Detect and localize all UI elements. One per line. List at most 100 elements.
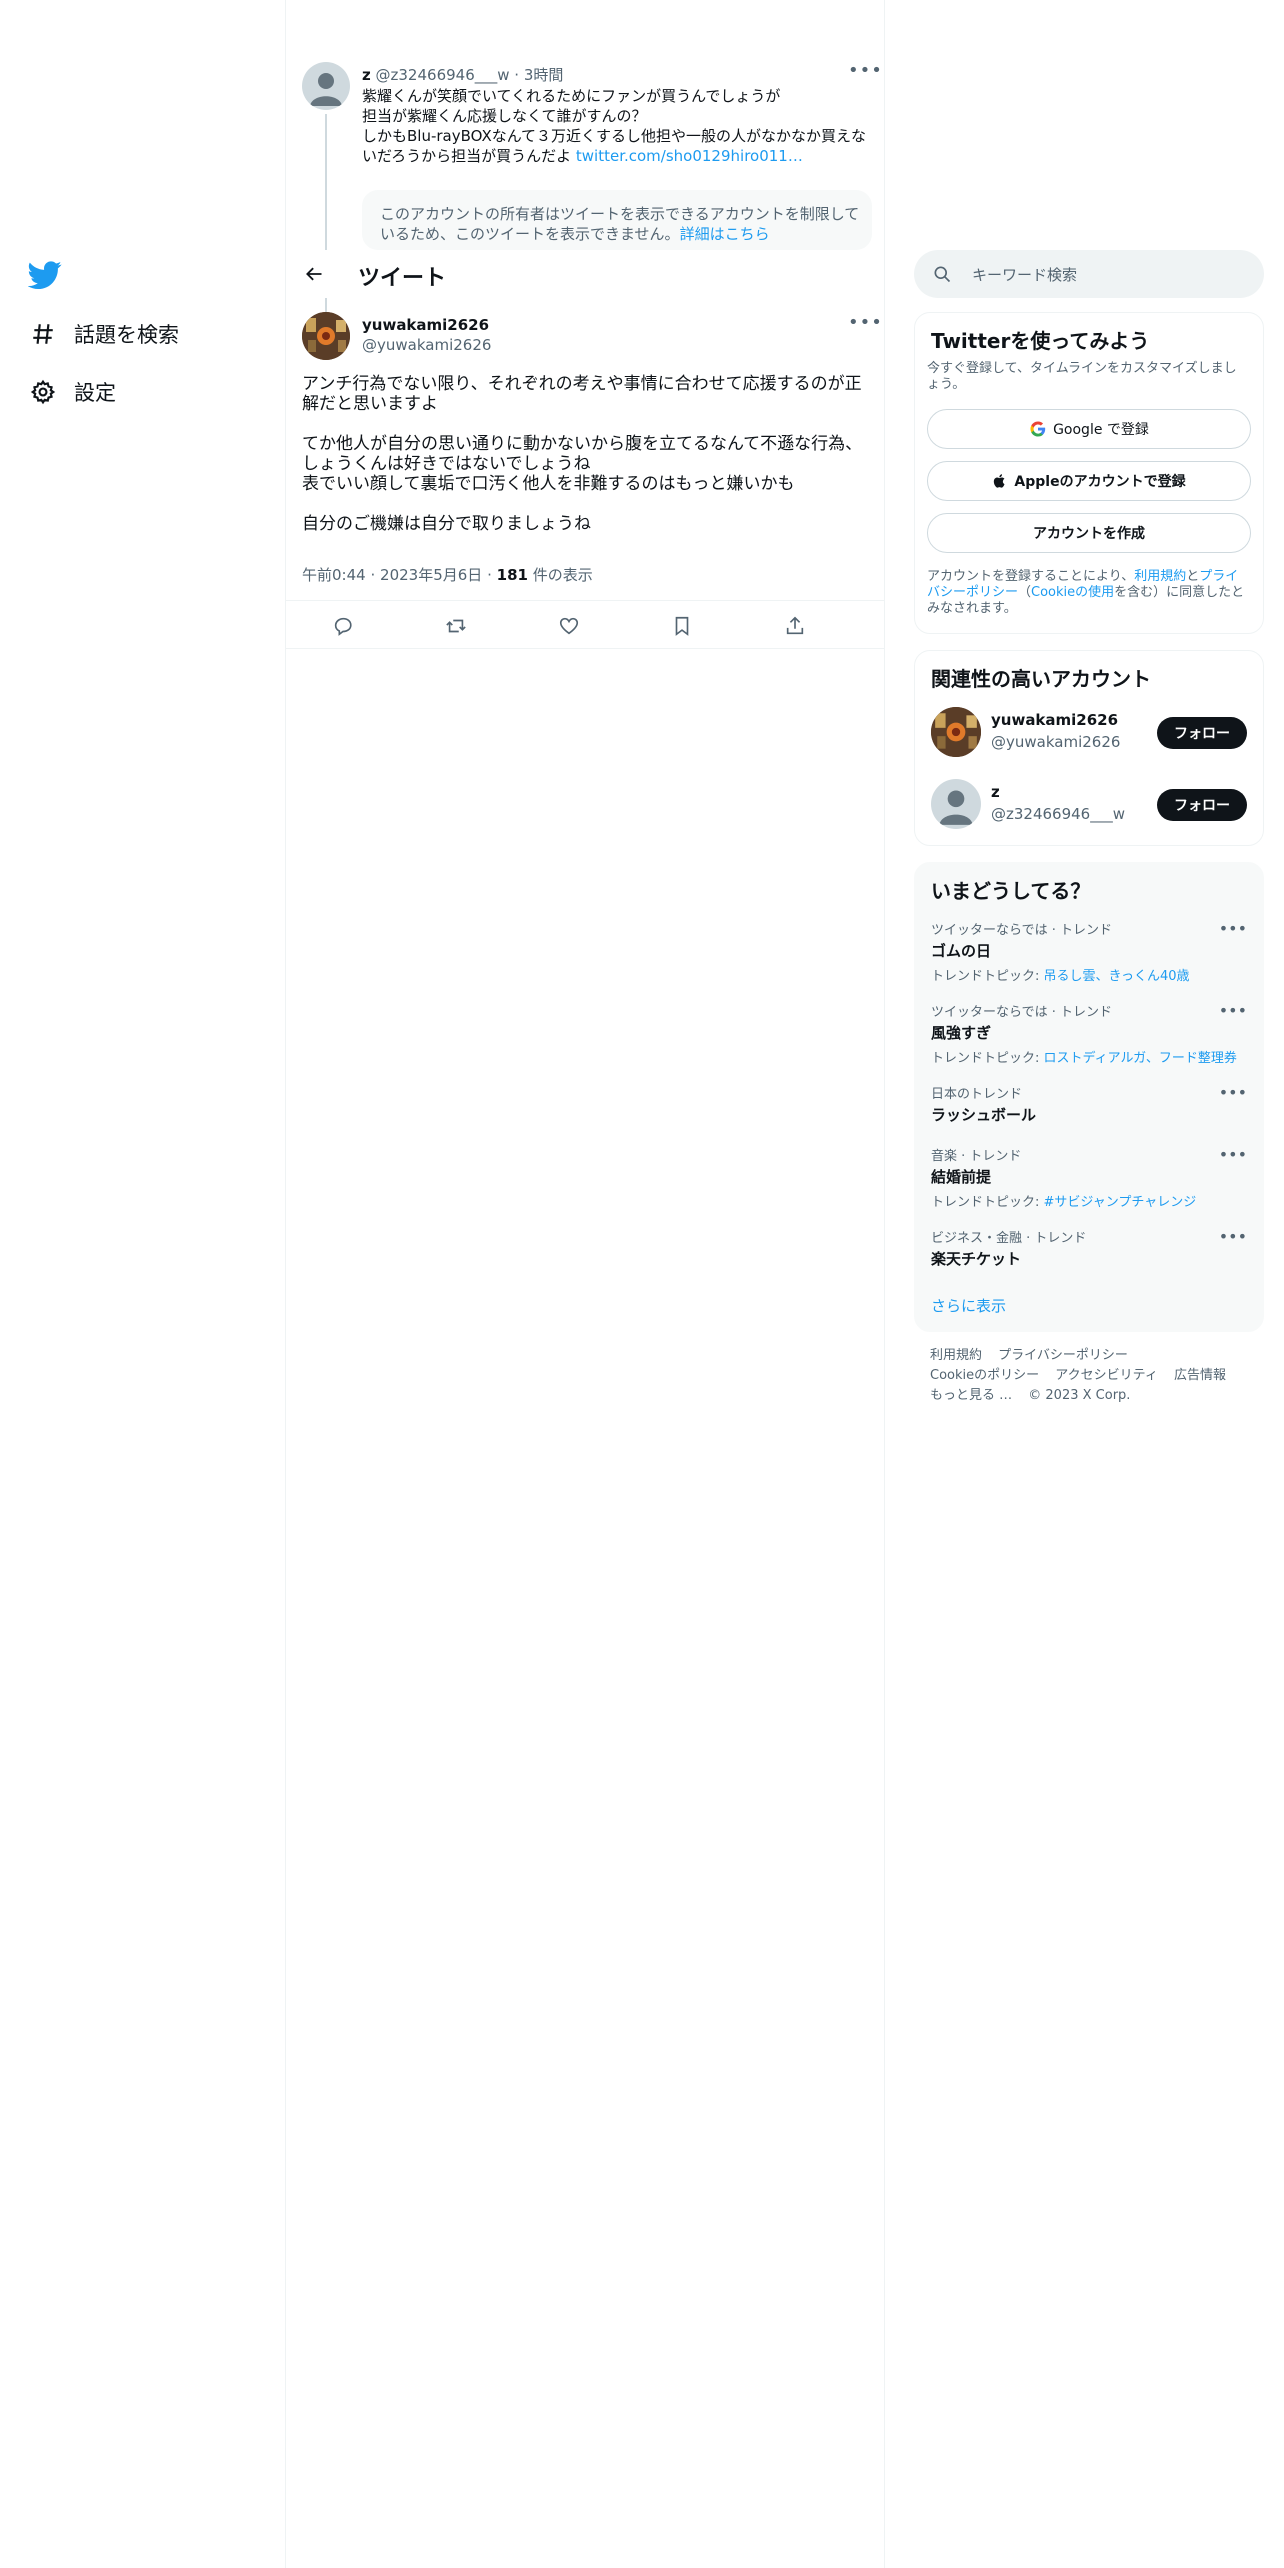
more-options-icon[interactable]: ••• bbox=[1219, 1145, 1247, 1164]
footer-link[interactable]: もっと見る … bbox=[930, 1388, 1012, 1403]
nav-item-settings[interactable]: 設定 bbox=[28, 372, 116, 412]
avatar[interactable] bbox=[302, 62, 350, 110]
apple-signup-button[interactable]: Appleのアカウントで登録 bbox=[927, 461, 1251, 501]
account-handle[interactable]: @z32466946___w bbox=[991, 805, 1125, 823]
author-name[interactable]: z bbox=[362, 66, 371, 84]
restricted-text: このアカウントの所有者はツイートを表示できるアカウントを制限しているため、このツ… bbox=[380, 205, 860, 243]
gear-icon bbox=[28, 377, 58, 407]
hashtag-icon bbox=[28, 319, 58, 349]
left-nav: 話題を検索 設定 bbox=[0, 0, 285, 2568]
retweet-icon[interactable] bbox=[443, 613, 469, 639]
tweet-paragraph: てか他人が自分の思い通りに動かないから腹を立てるなんて不遜な行為、 しょうくんは… bbox=[302, 434, 868, 494]
tweet-actions bbox=[286, 600, 884, 649]
search-bar[interactable] bbox=[914, 250, 1264, 298]
tweet-link[interactable]: twitter.com/sho0129hiro011… bbox=[576, 147, 803, 165]
tweet-line-text: いだろうから担当が買うんだよ bbox=[362, 147, 572, 165]
trend-item[interactable]: ツイッターならでは · トレンド ゴムの日 トレンドトピック: 吊るし雲、きっく… bbox=[931, 919, 1247, 984]
twitter-bird-logo-icon[interactable] bbox=[27, 258, 62, 292]
google-logo-icon bbox=[1029, 420, 1047, 438]
terms-link[interactable]: 利用規約 bbox=[1134, 569, 1186, 584]
main-header: ツイート bbox=[286, 250, 884, 298]
footer-link[interactable]: プライバシーポリシー bbox=[998, 1348, 1128, 1363]
trend-item[interactable]: 音楽 · トレンド 結婚前提 トレンドトピック: #サビジャンプチャレンジ ••… bbox=[931, 1145, 1247, 1210]
tweet-line: 紫耀くんが笑顔でいてくれるためにファンが買うんでしょうが bbox=[362, 87, 781, 105]
tweet-line: 自分のご機嫌は自分で取りましょうね bbox=[302, 514, 591, 534]
trend-item[interactable]: 日本のトレンド ラッシュボール ••• bbox=[931, 1083, 1247, 1125]
tweet-timestamp-row: 午前0:44 · 2023年5月6日 · 181 件の表示 bbox=[302, 564, 593, 585]
main-column: z @z32466946___w · 3時間 ••• 紫耀くんが笑顔でいてくれる… bbox=[286, 0, 884, 2568]
right-divider bbox=[884, 0, 885, 2568]
parent-tweet[interactable]: z @z32466946___w · 3時間 ••• 紫耀くんが笑顔でいてくれる… bbox=[286, 0, 884, 250]
trend-topics: トレンドトピック: #サビジャンプチャレンジ bbox=[931, 1191, 1247, 1210]
avatar[interactable] bbox=[931, 707, 981, 757]
tweet-time[interactable]: 3時間 bbox=[524, 66, 564, 84]
account-row[interactable]: yuwakami2626 @yuwakami2626 フォロー bbox=[931, 707, 1247, 761]
tweet-meta: z @z32466946___w · 3時間 bbox=[362, 64, 563, 85]
legal-prefix: アカウントを登録することにより、 bbox=[927, 569, 1135, 584]
trend-topic-links[interactable]: 吊るし雲、きっくん40歳 bbox=[1044, 969, 1190, 984]
avatar[interactable] bbox=[931, 779, 981, 829]
bookmark-icon[interactable] bbox=[669, 613, 695, 639]
google-signup-button[interactable]: Google で登録 bbox=[927, 409, 1251, 449]
apple-signup-label: Appleのアカウントで登録 bbox=[1014, 474, 1186, 490]
search-input[interactable] bbox=[970, 258, 1244, 292]
more-options-icon[interactable]: ••• bbox=[848, 312, 883, 333]
account-handle[interactable]: @yuwakami2626 bbox=[991, 733, 1120, 751]
trend-name: 楽天チケット bbox=[931, 1250, 1022, 1268]
trend-context: ビジネス・金融 · トレンド bbox=[931, 1231, 1087, 1246]
trend-name: 結婚前提 bbox=[931, 1168, 992, 1186]
tweet-text: アンチ行為でない限り、それぞれの考えや事情に合わせて応援するのが正 解だと思いま… bbox=[302, 374, 868, 554]
trend-context: ツイッターならでは · トレンド bbox=[931, 923, 1113, 938]
footer-link[interactable]: 利用規約 bbox=[930, 1348, 982, 1363]
footer-link[interactable]: 広告情報 bbox=[1174, 1368, 1226, 1383]
learn-more-link[interactable]: 詳細はこちら bbox=[680, 225, 770, 243]
tweet-line: 担当が紫耀くん応援しなくて誰がすんの？ bbox=[362, 107, 647, 125]
more-options-icon[interactable]: ••• bbox=[1219, 919, 1247, 938]
apple-logo-icon bbox=[992, 472, 1008, 490]
nav-item-explore[interactable]: 話題を検索 bbox=[28, 314, 179, 354]
trend-topic-label: トレンドトピック: bbox=[931, 1195, 1044, 1210]
tweet-time[interactable]: 午前0:44 bbox=[302, 566, 366, 584]
trend-topic-links[interactable]: #サビジャンプチャレンジ bbox=[1044, 1195, 1197, 1210]
author-name[interactable]: yuwakami2626 bbox=[362, 316, 489, 334]
reply-icon[interactable] bbox=[330, 613, 356, 639]
author-handle[interactable]: @yuwakami2626 bbox=[362, 336, 491, 354]
footer-link[interactable]: アクセシビリティ bbox=[1055, 1368, 1158, 1383]
trend-topic-label: トレンドトピック: bbox=[931, 1051, 1044, 1066]
nav-label-settings: 設定 bbox=[74, 381, 116, 405]
more-options-icon[interactable]: ••• bbox=[1219, 1227, 1247, 1246]
tweet-line: しょうくんは好きではないでしょうね bbox=[302, 454, 591, 474]
signup-card: Twitterを使ってみよう 今すぐ登録して、タイムラインをカスタマイズしましょ… bbox=[914, 312, 1264, 634]
trend-topics: トレンドトピック: 吊るし雲、きっくん40歳 bbox=[931, 965, 1247, 984]
share-icon[interactable] bbox=[782, 613, 808, 639]
search-icon bbox=[932, 264, 952, 284]
trend-context: ツイッターならでは · トレンド bbox=[931, 1005, 1113, 1020]
tweet-date[interactable]: 2023年5月6日 bbox=[380, 566, 482, 584]
more-options-icon[interactable]: ••• bbox=[1219, 1001, 1247, 1020]
tweet-paragraph: アンチ行為でない限り、それぞれの考えや事情に合わせて応援するのが正 解だと思いま… bbox=[302, 374, 868, 414]
cookie-use-link[interactable]: Cookieの使用 bbox=[1031, 585, 1114, 600]
follow-button[interactable]: フォロー bbox=[1157, 717, 1247, 749]
tweet-line: しかもBlu-rayBOXなんて３万近くするし他担や一般の人がなかなか買えな bbox=[362, 127, 867, 145]
trend-item[interactable]: ビジネス・金融 · トレンド 楽天チケット ••• bbox=[931, 1227, 1247, 1269]
trend-topic-links[interactable]: ロストディアルガ、フード整理券 bbox=[1044, 1051, 1237, 1066]
legal-and: と bbox=[1186, 569, 1200, 584]
account-name[interactable]: yuwakami2626 bbox=[991, 711, 1118, 729]
avatar[interactable] bbox=[302, 312, 350, 360]
trends-card: いまどうしてる？ ツイッターならでは · トレンド ゴムの日 トレンドトピック:… bbox=[914, 862, 1264, 1332]
like-heart-icon[interactable] bbox=[556, 613, 582, 639]
trend-item[interactable]: ツイッターならでは · トレンド 風強すぎ トレンドトピック: ロストディアルガ… bbox=[931, 1001, 1247, 1066]
create-account-button[interactable]: アカウントを作成 bbox=[927, 513, 1251, 553]
show-more-link[interactable]: さらに表示 bbox=[931, 1295, 1006, 1316]
footer-link[interactable]: Cookieのポリシー bbox=[930, 1368, 1039, 1383]
more-options-icon[interactable]: ••• bbox=[848, 60, 883, 81]
tweet-line: 表でいい顔して裏垢で口汚く他人を非難するのはもっと嫌いかも bbox=[302, 474, 795, 494]
back-arrow-icon[interactable] bbox=[296, 256, 332, 292]
more-options-icon[interactable]: ••• bbox=[1219, 1083, 1247, 1102]
follow-button[interactable]: フォロー bbox=[1157, 789, 1247, 821]
related-title: 関連性の高いアカウント bbox=[931, 667, 1151, 691]
author-handle[interactable]: @z32466946___w bbox=[376, 66, 510, 84]
account-row[interactable]: z @z32466946___w フォロー bbox=[931, 779, 1247, 833]
account-name[interactable]: z bbox=[991, 783, 1000, 801]
trend-name: ラッシュボール bbox=[931, 1106, 1037, 1124]
